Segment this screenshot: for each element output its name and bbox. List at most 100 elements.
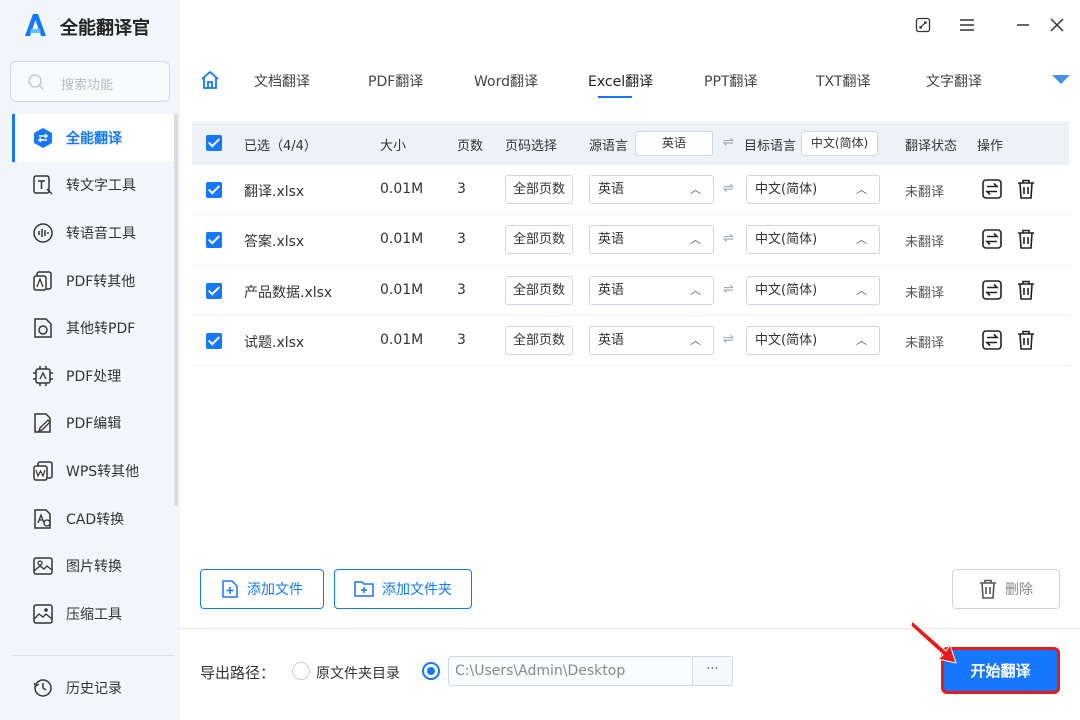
file-name: 试题.xlsx	[244, 334, 305, 351]
tabs-more-icon[interactable]	[1052, 75, 1070, 84]
sidebar-item-pdf-process[interactable]: PDF处理	[12, 352, 174, 400]
tab-word[interactable]: Word翻译	[474, 71, 538, 91]
batch-target-lang-select[interactable]: 中文(简体)	[801, 131, 878, 156]
trash-icon[interactable]	[1015, 279, 1037, 301]
file-list: 翻译.xlsx 0.01M 3 全部页数 英语 ︿ ⇌ 中文(简体) ︿ 未翻译 答…	[192, 165, 1069, 367]
sidebar-scrollbar[interactable]	[174, 114, 178, 506]
swap-icon[interactable]: ⇌	[723, 135, 734, 150]
header-action: 操作	[977, 139, 1004, 154]
status-text: 未翻译	[905, 335, 945, 351]
header-page-select: 页码选择	[505, 139, 558, 154]
tab-ppt[interactable]: PPT翻译	[704, 71, 757, 91]
swap-lang-icon[interactable]	[981, 279, 1003, 301]
source-lang-select[interactable]: 英语 ︿	[589, 225, 714, 255]
main-panel: 文档翻译 PDF翻译 Word翻译 Excel翻译 PPT翻译 TXT翻译 文字…	[180, 0, 1080, 720]
target-lang-select[interactable]: 中文(简体) ︿	[746, 325, 880, 355]
swap-lang-icon[interactable]	[981, 329, 1003, 351]
add-folder-button[interactable]: 添加文件夹	[334, 569, 472, 609]
tab-txt[interactable]: TXT翻译	[816, 71, 870, 91]
trash-icon[interactable]	[1015, 178, 1037, 200]
row-checkbox[interactable]	[206, 282, 222, 299]
status-text: 未翻译	[905, 185, 945, 200]
page-select[interactable]: 全部页数	[505, 325, 573, 355]
sidebar-divider	[12, 655, 174, 656]
add-file-label: 添加文件	[247, 582, 303, 598]
batch-source-lang-select[interactable]: 英语	[635, 131, 713, 156]
select-all-checkbox[interactable]	[206, 135, 222, 151]
sidebar-item-label: 历史记录	[66, 680, 122, 697]
sidebar-item-compress[interactable]: 压缩工具	[12, 590, 174, 638]
chevron-up-icon: ︿	[690, 333, 701, 347]
trash-icon[interactable]	[1015, 329, 1037, 351]
page-select[interactable]: 全部页数	[505, 225, 573, 255]
swap-icon[interactable]: ⇌	[723, 231, 734, 246]
search-input[interactable]: 搜索功能	[10, 61, 170, 102]
source-lang-value: 英语	[598, 182, 625, 197]
home-icon[interactable]	[200, 70, 220, 90]
row-checkbox[interactable]	[206, 182, 222, 198]
swap-icon[interactable]: ⇌	[723, 332, 734, 347]
sidebar-item-other-to-pdf[interactable]: 其他转PDF	[12, 304, 174, 352]
sidebar-item-wps-to-other[interactable]: WPS转其他	[12, 447, 174, 495]
sidebar-item-label: WPS转其他	[66, 463, 140, 480]
sidebar-item-voice-tool[interactable]: 转语音工具	[12, 209, 174, 257]
history-icon	[32, 677, 54, 699]
compress-icon	[32, 603, 54, 625]
source-lang-select[interactable]: 英语 ︿	[589, 325, 714, 355]
sidebar-item-text-tool[interactable]: 转文字工具	[12, 162, 174, 210]
target-lang-select[interactable]: 中文(简体) ︿	[746, 275, 880, 305]
wps-icon	[32, 460, 54, 482]
sidebar-item-cad[interactable]: CAD转换	[12, 495, 174, 543]
browse-button[interactable]: ···	[692, 656, 733, 686]
add-file-icon	[221, 580, 239, 598]
row-checkbox[interactable]	[206, 232, 222, 249]
minimize-icon[interactable]	[1014, 16, 1032, 34]
sidebar-item-label: 转语音工具	[66, 225, 136, 242]
swap-lang-icon[interactable]	[981, 228, 1003, 250]
sidebar-item-pdf-edit[interactable]: PDF编辑	[12, 400, 174, 448]
sidebar-nav: 全能翻译 转文字工具 转语音工具 PDF转其他 其他转PDF PDF处理 PDF…	[12, 114, 174, 638]
search-placeholder: 搜索功能	[61, 78, 114, 93]
header-selected: 已选（4/4）	[244, 139, 317, 154]
file-size: 0.01M	[380, 231, 424, 248]
table-row: 答案.xlsx 0.01M 3 全部页数 英语 ︿ ⇌ 中文(简体) ︿ 未翻译	[192, 215, 1069, 266]
translate-icon	[32, 127, 54, 149]
target-lang-select[interactable]: 中文(简体) ︿	[746, 175, 880, 204]
search-icon	[28, 74, 44, 90]
row-checkbox[interactable]	[206, 332, 222, 349]
file-name: 产品数据.xlsx	[244, 284, 333, 301]
source-lang-select[interactable]: 英语 ︿	[589, 175, 714, 204]
tab-document[interactable]: 文档翻译	[254, 71, 310, 91]
swap-lang-icon[interactable]	[981, 178, 1003, 200]
source-lang-select[interactable]: 英语 ︿	[589, 275, 714, 305]
export-path-input[interactable]: C:\Users\Admin\Desktop	[448, 656, 693, 686]
sidebar-item-image[interactable]: 图片转换	[12, 542, 174, 590]
source-lang-value: 英语	[598, 282, 625, 298]
swap-icon[interactable]: ⇌	[723, 181, 734, 196]
original-folder-radio[interactable]	[292, 662, 310, 680]
trash-icon[interactable]	[1015, 228, 1037, 250]
custom-path-radio[interactable]	[422, 662, 440, 680]
tab-pdf[interactable]: PDF翻译	[368, 71, 423, 91]
delete-button[interactable]: 删除	[952, 569, 1060, 609]
sidebar-item-pdf-to-other[interactable]: PDF转其他	[12, 257, 174, 305]
minimize-to-tray-icon[interactable]	[914, 16, 932, 34]
page-select[interactable]: 全部页数	[505, 175, 573, 204]
table-row: 翻译.xlsx 0.01M 3 全部页数 英语 ︿ ⇌ 中文(简体) ︿ 未翻译	[192, 165, 1069, 216]
menu-icon[interactable]	[958, 16, 976, 34]
sidebar-item-history[interactable]: 历史记录	[12, 664, 174, 712]
page-select[interactable]: 全部页数	[505, 275, 573, 305]
app-logo-icon	[25, 14, 46, 36]
sidebar-item-label: 其他转PDF	[66, 321, 136, 338]
tab-excel[interactable]: Excel翻译	[588, 71, 653, 91]
target-lang-select[interactable]: 中文(简体) ︿	[746, 225, 880, 255]
swap-icon[interactable]: ⇌	[723, 282, 734, 297]
pointer-arrow-icon	[910, 620, 957, 664]
close-icon[interactable]	[1048, 16, 1066, 34]
sidebar-item-translate[interactable]: 全能翻译	[12, 114, 174, 162]
chevron-up-icon: ︿	[856, 233, 867, 247]
tab-text[interactable]: 文字翻译	[926, 71, 982, 91]
sidebar-item-label: 图片转换	[66, 559, 122, 576]
add-file-button[interactable]: 添加文件	[200, 569, 324, 609]
file-pages: 3	[457, 231, 466, 248]
